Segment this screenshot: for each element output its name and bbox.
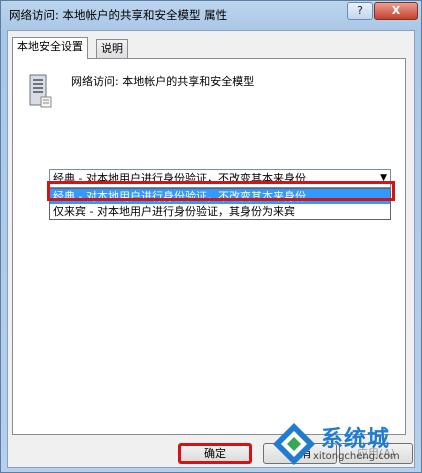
- help-button[interactable]: ?: [347, 2, 373, 20]
- watermark-url: xitongcheng.com: [313, 451, 400, 462]
- watermark: 系统城 xitongcheng.com: [269, 419, 419, 471]
- dropdown-list: 经典 - 对本地用户进行身份验证，不改变其本来身份 仅来宾 - 对本地用户进行身…: [49, 188, 391, 220]
- select-value: 经典 - 对本地用户进行身份验证，不改变其本来身份: [53, 172, 306, 185]
- properties-window: 网络访问: 本地帐户的共享和安全模型 属性 ? X 本地安全设置 说明 网络访问…: [0, 0, 422, 473]
- watermark-logo-icon: [273, 423, 315, 465]
- security-model-select[interactable]: 经典 - 对本地用户进行身份验证，不改变其本来身份 ▼: [49, 169, 391, 188]
- tab-panel: 网络访问: 本地帐户的共享和安全模型 经典 - 对本地用户进行身份验证，不改变其…: [12, 58, 406, 435]
- watermark-brand: 系统城: [321, 427, 391, 452]
- tab-explain[interactable]: 说明: [96, 39, 128, 59]
- window-title: 网络访问: 本地帐户的共享和安全模型 属性: [9, 8, 228, 22]
- dialog-client-area: 本地安全设置 说明 网络访问: 本地帐户的共享和安全模型 经典 - 对本地用户进…: [7, 30, 415, 468]
- ok-button[interactable]: 确定: [178, 443, 252, 464]
- dropdown-option-guest-only[interactable]: 仅来宾 - 对本地用户进行身份验证，其身份为来宾: [50, 204, 390, 219]
- policy-name: 网络访问: 本地帐户的共享和安全模型: [71, 75, 255, 88]
- close-button[interactable]: X: [374, 2, 418, 20]
- server-policy-icon: [29, 74, 52, 108]
- chevron-down-icon[interactable]: ▼: [380, 170, 387, 187]
- tab-local-security-setting[interactable]: 本地安全设置: [12, 37, 88, 59]
- title-bar[interactable]: 网络访问: 本地帐户的共享和安全模型 属性 ? X: [1, 1, 421, 29]
- dropdown-option-classic[interactable]: 经典 - 对本地用户进行身份验证，不改变其本来身份: [50, 189, 390, 204]
